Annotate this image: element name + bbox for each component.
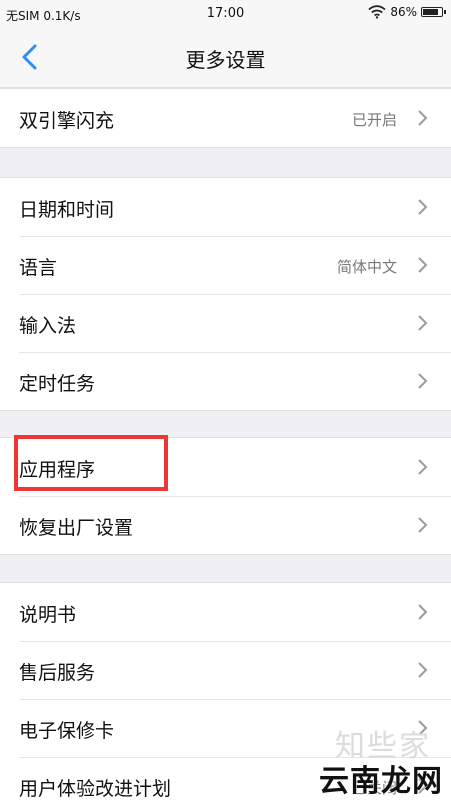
manual-label: 说明书 (19, 604, 77, 626)
scheduled-task-row[interactable]: 定时任务 (0, 352, 451, 410)
language-label: 语言 (19, 257, 58, 279)
manual-row[interactable]: 说明书 (0, 583, 451, 641)
scheduled-task-label: 定时任务 (19, 373, 96, 395)
system-section: 日期和时间 语言 简体中文 输入法 定时任务 (0, 177, 451, 411)
highlight-box (14, 435, 168, 491)
chevron-right-icon (418, 199, 428, 215)
fast-charge-label: 双引擎闪充 (19, 110, 115, 132)
watermark: 知些家 云南龙网 (311, 721, 443, 799)
chevron-right-icon (418, 662, 428, 678)
factory-reset-row[interactable]: 恢复出厂设置 (0, 496, 451, 554)
input-method-row[interactable]: 输入法 (0, 294, 451, 352)
experience-program-label: 用户体验改进计划 (19, 778, 172, 800)
navigation-bar: 更多设置 (0, 28, 451, 88)
status-bar: 无SIM 0.1K/s 17:00 86% (0, 0, 451, 28)
after-sales-row[interactable]: 售后服务 (0, 641, 451, 699)
chevron-right-icon (418, 373, 428, 389)
battery-percent: 86% (390, 5, 417, 19)
warranty-card-label: 电子保修卡 (19, 720, 115, 742)
chevron-right-icon (418, 517, 428, 533)
chevron-right-icon (418, 315, 428, 331)
fast-charge-section: 双引擎闪充 已开启 (0, 88, 451, 148)
fast-charge-value: 已开启 (351, 111, 397, 129)
status-indicators: 86% (368, 5, 446, 19)
date-time-row[interactable]: 日期和时间 (0, 178, 451, 236)
page-title: 更多设置 (185, 48, 266, 72)
input-method-label: 输入法 (19, 315, 77, 337)
language-row[interactable]: 语言 简体中文 (0, 236, 451, 294)
date-time-label: 日期和时间 (19, 199, 115, 221)
chevron-right-icon (418, 110, 428, 126)
chevron-right-icon (418, 459, 428, 475)
battery-level (423, 9, 439, 15)
wifi-icon (368, 5, 386, 19)
battery-icon (421, 7, 446, 17)
chevron-right-icon (418, 257, 428, 273)
settings-screen: 无SIM 0.1K/s 17:00 86% 更多设置 双引擎闪充 已开启 日期和… (0, 0, 451, 800)
chevron-right-icon (418, 604, 428, 620)
factory-reset-label: 恢复出厂设置 (19, 517, 134, 539)
fast-charge-row[interactable]: 双引擎闪充 已开启 (0, 89, 451, 147)
after-sales-label: 售后服务 (19, 662, 96, 684)
watermark-bottom: 云南龙网 (319, 764, 443, 799)
language-value: 简体中文 (336, 258, 397, 276)
